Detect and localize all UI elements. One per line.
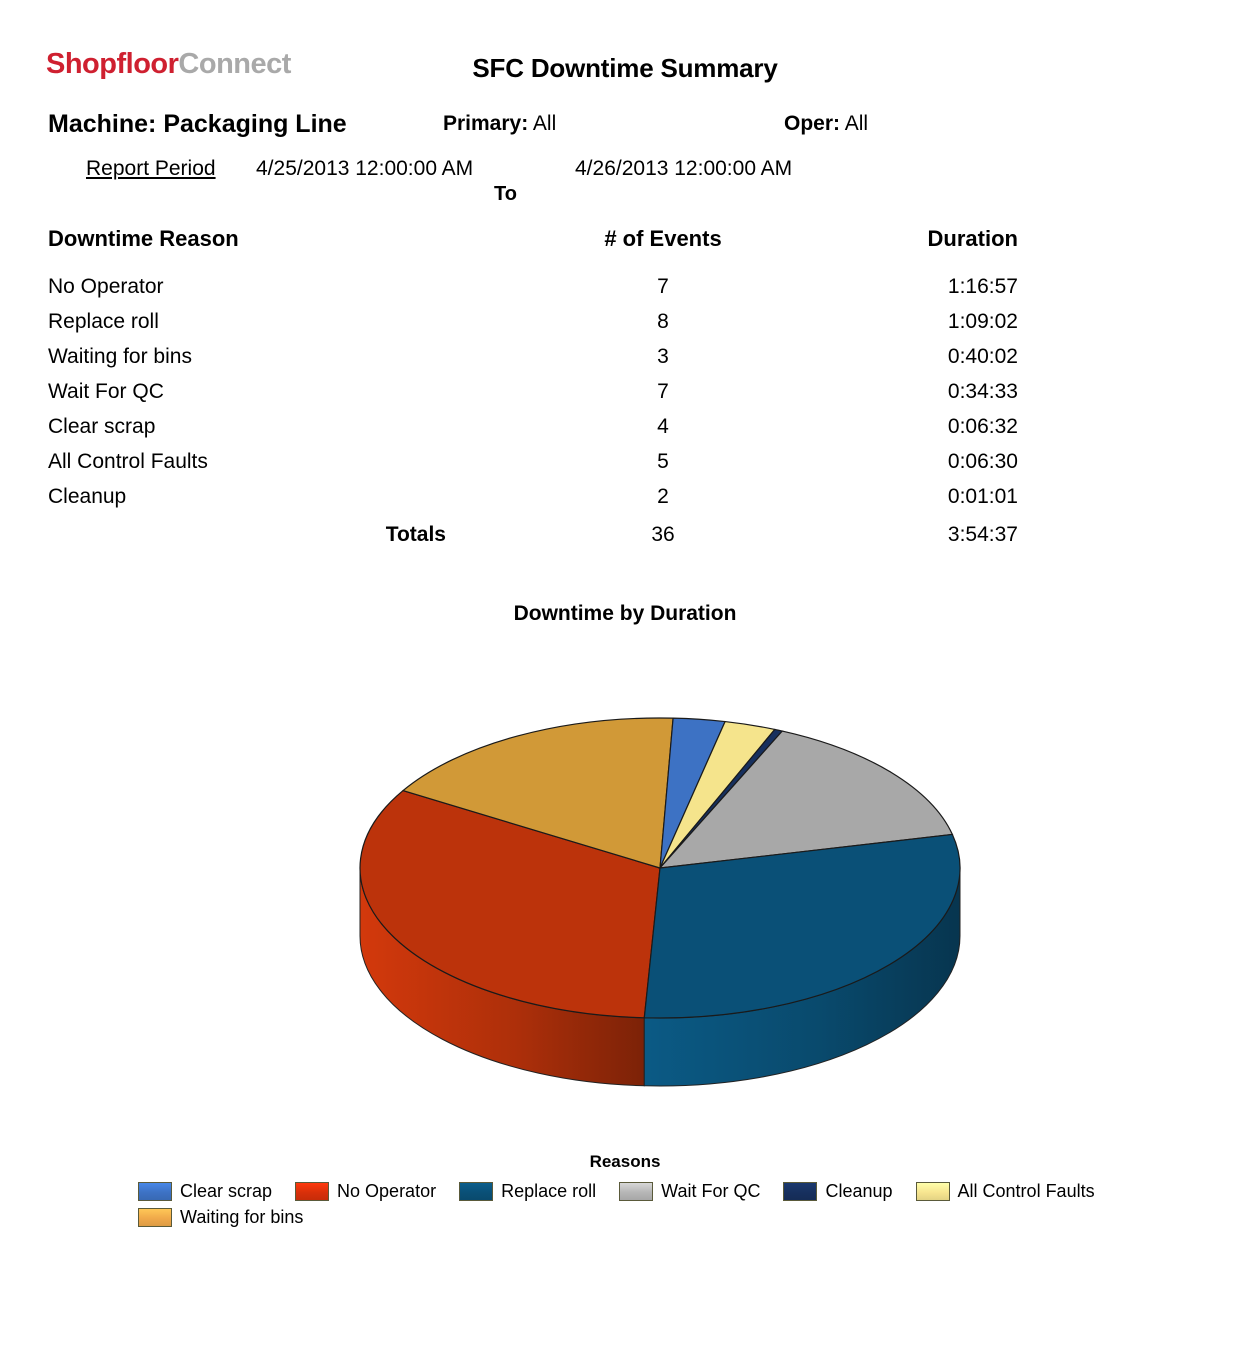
legend-swatch-icon xyxy=(915,1181,950,1201)
downtime-pie-chart: No Operator — 1:16:57 (32.8%)Waiting for… xyxy=(330,690,990,1090)
oper-field: Oper: All xyxy=(784,112,868,136)
legend-swatch-icon xyxy=(783,1181,818,1201)
report-period-label: Report Period xyxy=(86,157,216,180)
chart-title: Downtime by Duration xyxy=(513,602,737,625)
legend-item: Replace roll xyxy=(459,1178,596,1204)
oper-label: Oper: xyxy=(784,112,841,135)
legend-label: All Control Faults xyxy=(957,1180,1095,1201)
pie-top-faces: No Operator — 1:16:57 (32.8%)Waiting for… xyxy=(359,717,961,1019)
cell-events: 4 xyxy=(657,415,669,438)
report-period-start: 4/25/2013 12:00:00 AM xyxy=(256,157,474,180)
legend-label: Cleanup xyxy=(825,1180,893,1201)
table-row: Replace roll 8 1:09:02 xyxy=(48,305,1018,340)
legend-item: Wait For QC xyxy=(619,1178,760,1204)
legend-item: All Control Faults xyxy=(915,1178,1095,1204)
cell-events: 7 xyxy=(657,275,669,298)
downtime-table-container: Downtime Reason # of Events Duration No … xyxy=(48,226,1018,553)
cell-events: 8 xyxy=(657,310,669,333)
legend-label: Waiting for bins xyxy=(180,1206,304,1227)
downtime-summary-table: Downtime Reason # of Events Duration No … xyxy=(48,226,1018,553)
legend-item: No Operator xyxy=(295,1178,436,1204)
legend-item: Waiting for bins xyxy=(138,1204,303,1230)
table-row: Cleanup 2 0:01:01 xyxy=(48,480,1018,515)
totals-duration: 3:54:37 xyxy=(947,523,1018,546)
legend-swatch-icon xyxy=(619,1181,654,1201)
cell-duration: 1:09:02 xyxy=(947,310,1018,333)
column-header-duration: Duration xyxy=(927,226,1018,251)
totals-label: Totals xyxy=(385,523,446,546)
legend-title: Reasons xyxy=(589,1152,661,1171)
report-period-end: 4/26/2013 12:00:00 AM xyxy=(575,157,793,180)
oper-value: All xyxy=(844,112,869,135)
table-totals-row: Totals 36 3:54:37 xyxy=(48,515,1018,553)
cell-events: 5 xyxy=(657,450,669,473)
cell-events: 3 xyxy=(657,345,669,368)
cell-duration: 0:01:01 xyxy=(947,485,1018,508)
cell-events: 2 xyxy=(657,485,669,508)
legend-swatch-icon xyxy=(295,1181,330,1201)
primary-field: Primary: All xyxy=(443,112,556,136)
cell-duration: 0:06:32 xyxy=(947,415,1018,438)
legend-swatch-icon xyxy=(138,1207,172,1227)
page-title: SFC Downtime Summary xyxy=(472,53,778,83)
column-header-reason: Downtime Reason xyxy=(48,226,239,251)
cell-reason: No Operator xyxy=(48,275,164,298)
table-body: No Operator 7 1:16:57 Replace roll 8 1:0… xyxy=(48,270,1018,553)
table-row: Waiting for bins 3 0:40:02 xyxy=(48,340,1018,375)
cell-duration: 1:16:57 xyxy=(947,275,1018,298)
machine-label: Machine: xyxy=(48,110,157,138)
legend-label: Wait For QC xyxy=(661,1180,761,1201)
cell-reason: Cleanup xyxy=(48,485,127,508)
table-header-row: Downtime Reason # of Events Duration xyxy=(48,226,1018,270)
legend-swatch-icon xyxy=(138,1181,172,1201)
cell-reason: Wait For QC xyxy=(48,380,164,403)
chart-legend: Clear scrap No Operator Replace roll Wait F… xyxy=(138,1178,1148,1230)
primary-label: Primary: xyxy=(443,112,529,135)
primary-value: All xyxy=(532,112,557,135)
table-row: All Control Faults 5 0:06:30 xyxy=(48,445,1018,480)
legend-label: Replace roll xyxy=(501,1180,597,1201)
legend-item: Cleanup xyxy=(783,1178,893,1204)
machine-field: Machine: Packaging Line xyxy=(48,110,347,139)
table-row: Clear scrap 4 0:06:32 xyxy=(48,410,1018,445)
cell-reason: Clear scrap xyxy=(48,415,156,438)
legend-item: Clear scrap xyxy=(138,1178,272,1204)
column-header-events: # of Events xyxy=(604,226,722,251)
legend-label: Clear scrap xyxy=(180,1180,273,1201)
cell-events: 7 xyxy=(657,380,669,403)
cell-reason: Replace roll xyxy=(48,310,159,333)
cell-reason: All Control Faults xyxy=(48,450,208,473)
table-row: No Operator 7 1:16:57 xyxy=(48,270,1018,305)
legend-label: No Operator xyxy=(337,1180,437,1201)
machine-value: Packaging Line xyxy=(163,110,347,138)
pie-chart-svg: No Operator — 1:16:57 (32.8%)Waiting for… xyxy=(359,717,961,1087)
table-row: Wait For QC 7 0:34:33 xyxy=(48,375,1018,410)
cell-reason: Waiting for bins xyxy=(48,345,192,368)
legend-swatch-icon xyxy=(459,1181,494,1201)
report-period-to-word: To xyxy=(494,183,517,205)
cell-duration: 0:06:30 xyxy=(947,450,1018,473)
cell-duration: 0:40:02 xyxy=(947,345,1018,368)
totals-events: 36 xyxy=(651,523,675,546)
cell-duration: 0:34:33 xyxy=(947,380,1018,403)
